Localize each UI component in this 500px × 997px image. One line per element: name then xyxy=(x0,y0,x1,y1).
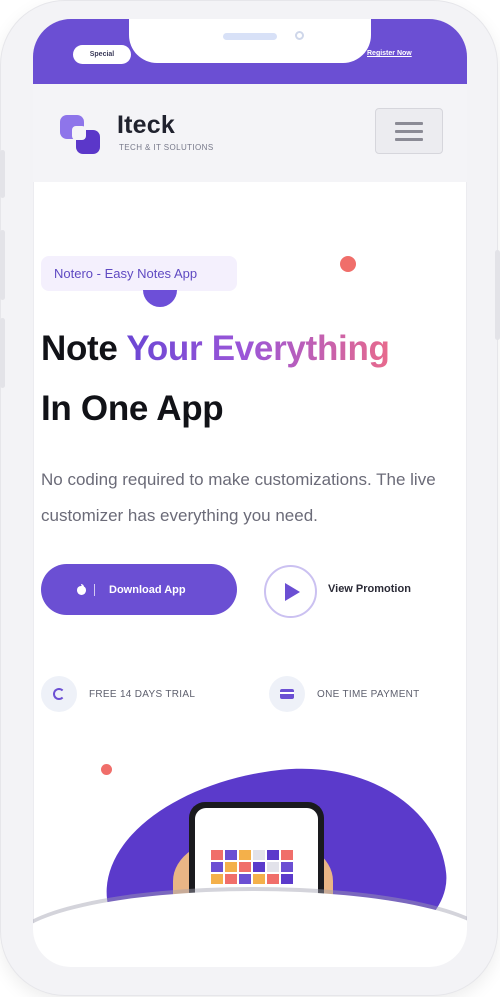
speaker-icon xyxy=(223,33,277,40)
wave-divider xyxy=(33,891,467,967)
phone-screen: Special Register Now Iteck TECH & IT SOL… xyxy=(33,19,467,967)
decorative-dot xyxy=(101,764,112,775)
hero-title-part1: Note xyxy=(41,329,127,368)
hero-title-line2: In One App xyxy=(41,389,224,428)
iteck-logo-icon[interactable] xyxy=(60,115,102,157)
download-app-label: Download App xyxy=(109,583,186,596)
play-video-button[interactable] xyxy=(264,565,317,618)
feature-label: FREE 14 DAYS TRIAL xyxy=(89,688,196,700)
download-app-button[interactable]: Download App xyxy=(41,564,237,615)
feature-free-trial: FREE 14 DAYS TRIAL xyxy=(41,676,195,712)
product-pill-badge: Notero - Easy Notes App xyxy=(41,256,237,291)
hero-title-highlight: Your Everything xyxy=(126,329,390,368)
view-promotion-link[interactable]: View Promotion xyxy=(328,583,411,595)
apple-icon xyxy=(77,584,86,595)
refresh-icon xyxy=(41,676,77,712)
credit-card-icon xyxy=(269,676,305,712)
button-divider xyxy=(94,583,95,596)
phone-side-button xyxy=(0,318,5,388)
feature-one-time-payment: ONE TIME PAYMENT xyxy=(269,676,420,712)
register-now-link[interactable]: Register Now xyxy=(367,50,412,57)
site-header: Iteck TECH & IT SOLUTIONS xyxy=(33,84,467,182)
phone-side-button xyxy=(0,150,5,198)
brand-tagline: TECH & IT SOLUTIONS xyxy=(119,143,214,152)
decorative-half-circle xyxy=(143,290,177,307)
phone-power-button xyxy=(495,250,500,340)
phone-notch xyxy=(129,19,371,63)
feature-label: ONE TIME PAYMENT xyxy=(317,688,420,700)
hamburger-menu-icon xyxy=(395,121,423,125)
phone-side-button xyxy=(0,230,5,300)
hero-description: No coding required to make customization… xyxy=(41,470,436,525)
brand-name[interactable]: Iteck xyxy=(117,111,175,140)
hero-title-line1: Note Your Everything xyxy=(41,328,390,370)
hamburger-menu-button[interactable] xyxy=(375,108,443,154)
camera-icon xyxy=(295,31,304,40)
decorative-dot xyxy=(340,256,356,272)
play-icon xyxy=(285,582,300,601)
special-badge: Special xyxy=(73,45,131,64)
